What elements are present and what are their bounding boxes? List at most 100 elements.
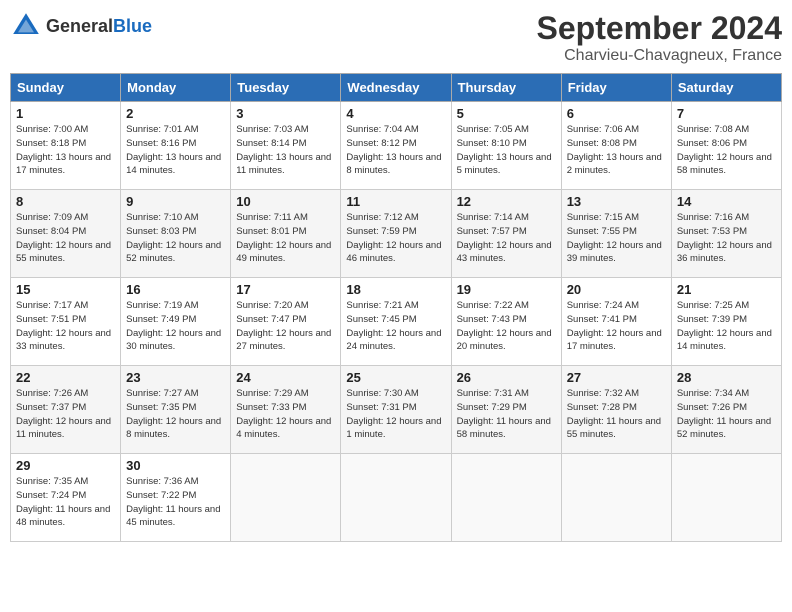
day-number: 12 bbox=[457, 194, 556, 209]
day-number: 24 bbox=[236, 370, 335, 385]
day-number: 29 bbox=[16, 458, 115, 473]
calendar-cell: 16Sunrise: 7:19 AMSunset: 7:49 PMDayligh… bbox=[121, 278, 231, 366]
day-info: Sunrise: 7:15 AMSunset: 7:55 PMDaylight:… bbox=[567, 211, 666, 266]
col-header-thursday: Thursday bbox=[451, 74, 561, 102]
calendar-cell: 15 Sunrise: 7:17 AMSunset: 7:51 PMDayligh… bbox=[11, 278, 121, 366]
day-number: 8 bbox=[16, 194, 115, 209]
calendar-cell: 18Sunrise: 7:21 AMSunset: 7:45 PMDayligh… bbox=[341, 278, 451, 366]
calendar-cell bbox=[671, 454, 781, 542]
logo-general: General bbox=[46, 16, 113, 36]
calendar-cell bbox=[341, 454, 451, 542]
day-number: 25 bbox=[346, 370, 445, 385]
logo-icon bbox=[10, 10, 42, 42]
day-info: Sunrise: 7:27 AMSunset: 7:35 PMDaylight:… bbox=[126, 387, 225, 442]
calendar-cell: 19 Sunrise: 7:22 AMSunset: 7:43 PMDayligh… bbox=[451, 278, 561, 366]
day-info: Sunrise: 7:11 AMSunset: 8:01 PMDaylight:… bbox=[236, 211, 335, 266]
calendar-cell: 10 Sunrise: 7:11 AMSunset: 8:01 PMDayligh… bbox=[231, 190, 341, 278]
day-number: 30 bbox=[126, 458, 225, 473]
week-row-5: 29 Sunrise: 7:35 AMSunset: 7:24 PMDayligh… bbox=[11, 454, 782, 542]
day-number: 11 bbox=[346, 194, 445, 209]
day-info: Sunrise: 7:12 AMSunset: 7:59 PMDaylight:… bbox=[346, 211, 445, 266]
day-number: 18 bbox=[346, 282, 445, 297]
calendar-cell: 5 Sunrise: 7:05 AMSunset: 8:10 PMDaylight… bbox=[451, 102, 561, 190]
day-info: Sunrise: 7:30 AMSunset: 7:31 PMDaylight:… bbox=[346, 387, 445, 442]
col-header-wednesday: Wednesday bbox=[341, 74, 451, 102]
week-row-1: 1Sunrise: 7:00 AMSunset: 8:18 PMDaylight… bbox=[11, 102, 782, 190]
logo-text: GeneralBlue bbox=[46, 16, 152, 37]
col-header-monday: Monday bbox=[121, 74, 231, 102]
calendar-cell: 25 Sunrise: 7:30 AMSunset: 7:31 PMDayligh… bbox=[341, 366, 451, 454]
day-info: Sunrise: 7:34 AMSunset: 7:26 PMDaylight:… bbox=[677, 387, 776, 442]
month-title: September 2024 bbox=[537, 10, 782, 47]
day-info: Sunrise: 7:10 AMSunset: 8:03 PMDaylight:… bbox=[126, 211, 225, 266]
calendar-cell: 21 Sunrise: 7:25 AMSunset: 7:39 PMDayligh… bbox=[671, 278, 781, 366]
day-info: Sunrise: 7:25 AMSunset: 7:39 PMDaylight:… bbox=[677, 299, 776, 354]
week-row-3: 15 Sunrise: 7:17 AMSunset: 7:51 PMDayligh… bbox=[11, 278, 782, 366]
calendar-cell: 12 Sunrise: 7:14 AMSunset: 7:57 PMDayligh… bbox=[451, 190, 561, 278]
day-number: 5 bbox=[457, 106, 556, 121]
day-info: Sunrise: 7:26 AMSunset: 7:37 PMDaylight:… bbox=[16, 387, 115, 442]
col-header-tuesday: Tuesday bbox=[231, 74, 341, 102]
calendar-cell: 2 Sunrise: 7:01 AMSunset: 8:16 PMDaylight… bbox=[121, 102, 231, 190]
calendar-cell: 27 Sunrise: 7:32 AMSunset: 7:28 PMDayligh… bbox=[561, 366, 671, 454]
day-info: Sunrise: 7:01 AMSunset: 8:16 PMDaylight:… bbox=[126, 123, 225, 178]
week-row-4: 22 Sunrise: 7:26 AMSunset: 7:37 PMDayligh… bbox=[11, 366, 782, 454]
logo-blue: Blue bbox=[113, 16, 152, 36]
calendar-cell: 9 Sunrise: 7:10 AMSunset: 8:03 PMDaylight… bbox=[121, 190, 231, 278]
day-info: Sunrise: 7:09 AMSunset: 8:04 PMDaylight:… bbox=[16, 211, 115, 266]
calendar-cell bbox=[561, 454, 671, 542]
day-info: Sunrise: 7:32 AMSunset: 7:28 PMDaylight:… bbox=[567, 387, 666, 442]
logo: GeneralBlue bbox=[10, 10, 152, 42]
calendar-cell: 1Sunrise: 7:00 AMSunset: 8:18 PMDaylight… bbox=[11, 102, 121, 190]
day-number: 4 bbox=[346, 106, 445, 121]
day-info: Sunrise: 7:08 AMSunset: 8:06 PMDaylight:… bbox=[677, 123, 776, 178]
calendar-cell: 3Sunrise: 7:03 AMSunset: 8:14 PMDaylight… bbox=[231, 102, 341, 190]
calendar-cell: 8 Sunrise: 7:09 AMSunset: 8:04 PMDaylight… bbox=[11, 190, 121, 278]
day-info: Sunrise: 7:04 AMSunset: 8:12 PMDaylight:… bbox=[346, 123, 445, 178]
day-info: Sunrise: 7:20 AMSunset: 7:47 PMDaylight:… bbox=[236, 299, 335, 354]
calendar-cell: 6Sunrise: 7:06 AMSunset: 8:08 PMDaylight… bbox=[561, 102, 671, 190]
calendar-table: SundayMondayTuesdayWednesdayThursdayFrid… bbox=[10, 73, 782, 542]
day-number: 27 bbox=[567, 370, 666, 385]
day-info: Sunrise: 7:36 AMSunset: 7:22 PMDaylight:… bbox=[126, 475, 225, 530]
calendar-cell: 29 Sunrise: 7:35 AMSunset: 7:24 PMDayligh… bbox=[11, 454, 121, 542]
location-title: Charvieu-Chavagneux, France bbox=[537, 47, 782, 65]
day-number: 20 bbox=[567, 282, 666, 297]
page-header: GeneralBlue September 2024 Charvieu-Chav… bbox=[10, 10, 782, 65]
calendar-cell: 14Sunrise: 7:16 AMSunset: 7:53 PMDayligh… bbox=[671, 190, 781, 278]
calendar-cell: 30 Sunrise: 7:36 AMSunset: 7:22 PMDayligh… bbox=[121, 454, 231, 542]
day-number: 6 bbox=[567, 106, 666, 121]
day-number: 15 bbox=[16, 282, 115, 297]
col-header-sunday: Sunday bbox=[11, 74, 121, 102]
day-number: 22 bbox=[16, 370, 115, 385]
calendar-cell: 22 Sunrise: 7:26 AMSunset: 7:37 PMDayligh… bbox=[11, 366, 121, 454]
calendar-cell: 26 Sunrise: 7:31 AMSunset: 7:29 PMDayligh… bbox=[451, 366, 561, 454]
calendar-cell: 24Sunrise: 7:29 AMSunset: 7:33 PMDayligh… bbox=[231, 366, 341, 454]
day-info: Sunrise: 7:17 AMSunset: 7:51 PMDaylight:… bbox=[16, 299, 115, 354]
day-number: 2 bbox=[126, 106, 225, 121]
day-number: 3 bbox=[236, 106, 335, 121]
day-number: 1 bbox=[16, 106, 115, 121]
day-info: Sunrise: 7:31 AMSunset: 7:29 PMDaylight:… bbox=[457, 387, 556, 442]
day-number: 21 bbox=[677, 282, 776, 297]
day-info: Sunrise: 7:22 AMSunset: 7:43 PMDaylight:… bbox=[457, 299, 556, 354]
day-info: Sunrise: 7:24 AMSunset: 7:41 PMDaylight:… bbox=[567, 299, 666, 354]
calendar-cell: 20 Sunrise: 7:24 AMSunset: 7:41 PMDayligh… bbox=[561, 278, 671, 366]
day-number: 19 bbox=[457, 282, 556, 297]
day-number: 14 bbox=[677, 194, 776, 209]
calendar-cell: 23 Sunrise: 7:27 AMSunset: 7:35 PMDayligh… bbox=[121, 366, 231, 454]
day-number: 16 bbox=[126, 282, 225, 297]
calendar-cell bbox=[451, 454, 561, 542]
col-header-saturday: Saturday bbox=[671, 74, 781, 102]
calendar-cell bbox=[231, 454, 341, 542]
day-number: 9 bbox=[126, 194, 225, 209]
day-info: Sunrise: 7:05 AMSunset: 8:10 PMDaylight:… bbox=[457, 123, 556, 178]
day-info: Sunrise: 7:35 AMSunset: 7:24 PMDaylight:… bbox=[16, 475, 115, 530]
day-number: 7 bbox=[677, 106, 776, 121]
day-number: 10 bbox=[236, 194, 335, 209]
week-row-2: 8 Sunrise: 7:09 AMSunset: 8:04 PMDaylight… bbox=[11, 190, 782, 278]
day-number: 23 bbox=[126, 370, 225, 385]
day-number: 26 bbox=[457, 370, 556, 385]
calendar-cell: 28Sunrise: 7:34 AMSunset: 7:26 PMDayligh… bbox=[671, 366, 781, 454]
day-info: Sunrise: 7:14 AMSunset: 7:57 PMDaylight:… bbox=[457, 211, 556, 266]
